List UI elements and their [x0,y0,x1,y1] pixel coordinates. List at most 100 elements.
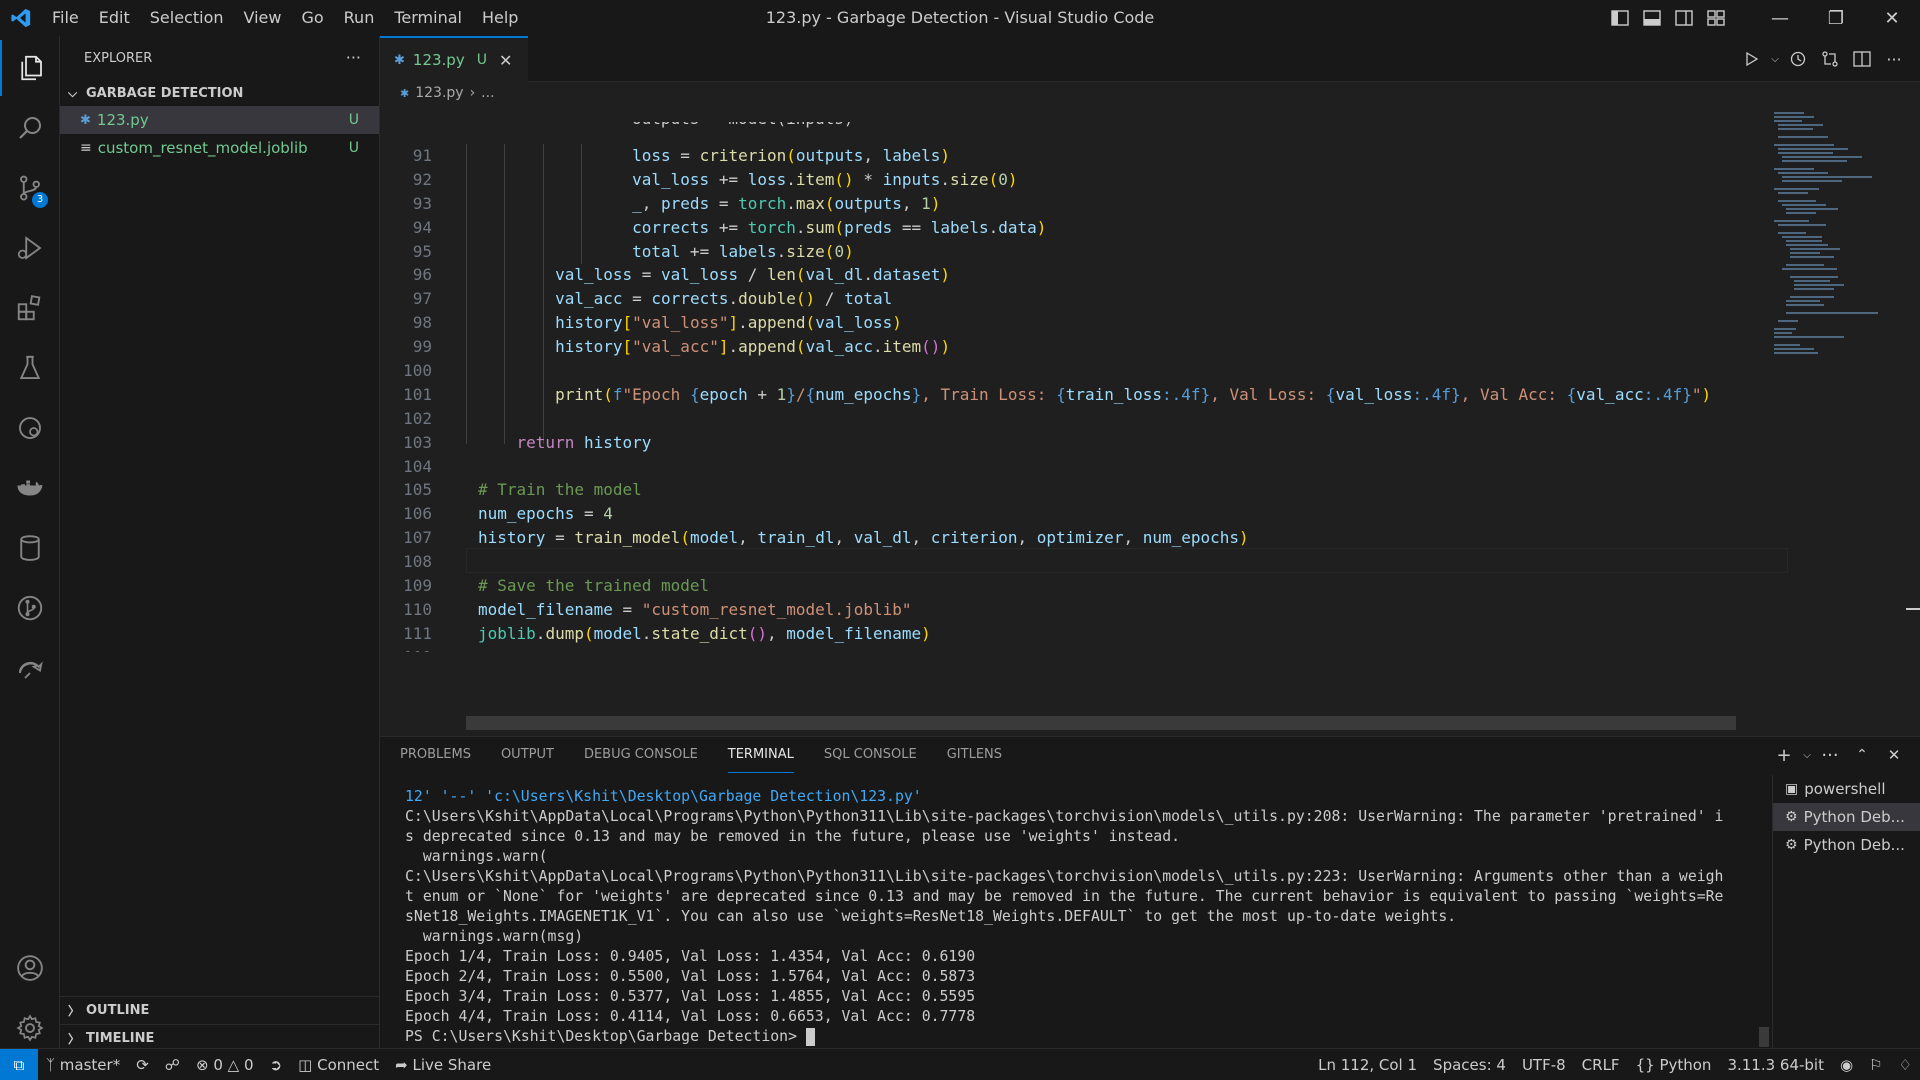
split-editor-icon[interactable] [1846,36,1878,82]
file-name: custom_resnet_model.joblib [97,139,308,157]
run-dropdown-chevron-icon[interactable]: ⌵ [1768,36,1782,82]
live-share-icon[interactable] [0,640,60,696]
close-panel-icon[interactable]: ✕ [1878,746,1910,764]
tab-output[interactable]: OUTPUT [501,737,554,773]
tab-terminal[interactable]: TERMINAL [727,737,794,773]
maximize-panel-chevron-up-icon[interactable]: ⌃ [1846,747,1878,763]
close-window-button[interactable]: ✕ [1864,0,1920,36]
language-mode[interactable]: {} Python [1628,1049,1720,1080]
tab-problems[interactable]: PROBLEMS [400,737,471,773]
tab-123-py[interactable]: ✱ 123.py U ✕ [380,36,528,82]
new-terminal-plus-icon[interactable]: + [1768,745,1800,766]
menu-bar: File Edit Selection View Go Run Terminal… [42,0,528,36]
source-control-icon[interactable]: 3 [0,160,60,216]
file-status-badge: U [348,112,359,128]
debug-gear-icon: ⚙ [1785,837,1798,853]
run-python-file-icon[interactable] [1736,36,1768,82]
gitlens-graph-icon[interactable]: ☍ [157,1049,188,1080]
tab-sql-console[interactable]: SQL CONSOLE [824,737,917,773]
menu-terminal[interactable]: Terminal [384,0,472,36]
terminal-item-python-debug-1[interactable]: ⚙ Python Deb... [1773,803,1920,831]
cursor-position[interactable]: Ln 112, Col 1 [1310,1049,1425,1080]
vertical-scrollbar[interactable] [1906,608,1920,610]
toggle-primary-sidebar-icon[interactable] [1604,0,1636,36]
gitlens-icon[interactable] [0,580,60,636]
connect-status[interactable]: ◫ Connect [290,1049,387,1080]
search-icon[interactable] [0,100,60,156]
explorer-icon[interactable] [0,40,60,96]
accounts-icon[interactable] [0,940,60,996]
docker-icon[interactable] [0,460,60,516]
terminal-scrollbar[interactable] [1759,1027,1769,1047]
menu-go[interactable]: Go [291,0,333,36]
terminal-line: warnings.warn( [405,848,548,865]
python-interpreter[interactable]: 3.11.3 64-bit [1719,1049,1832,1080]
breadcrumb-more[interactable]: ... [481,85,494,101]
toggle-panel-icon[interactable] [1636,0,1668,36]
code-editor[interactable]: outputs = model(inputs) 91 loss = criter… [380,122,1780,652]
more-actions-icon[interactable]: ··· [346,48,361,67]
menu-edit[interactable]: Edit [89,0,140,36]
terminal-icon: ▣ [1785,781,1799,797]
python-file-icon: ✱ [80,112,91,128]
editor-more-actions-icon[interactable]: ··· [1878,36,1910,82]
minimap[interactable] [1770,108,1880,368]
compare-changes-icon[interactable] [1814,36,1846,82]
terminal-name: Python Deb... [1803,808,1905,826]
branch-status[interactable]: ᛉ master* [38,1049,128,1080]
encoding[interactable]: UTF-8 [1514,1049,1574,1080]
debug-attach-icon[interactable]: ➲ [262,1049,291,1080]
panel-more-actions-icon[interactable]: ··· [1814,745,1846,766]
terminal-item-powershell[interactable]: ▣ powershell [1773,775,1920,803]
file-item-123-py[interactable]: ✱ 123.py U [60,106,379,134]
indentation[interactable]: Spaces: 4 [1425,1049,1514,1080]
remote-indicator-icon[interactable]: ⧉ [0,1048,38,1080]
minimize-button[interactable]: — [1752,0,1808,36]
menu-help[interactable]: Help [472,0,528,36]
tab-gitlens[interactable]: GITLENS [947,737,1002,773]
open-changes-history-icon[interactable] [1782,36,1814,82]
toggle-secondary-sidebar-icon[interactable] [1668,0,1700,36]
terminal-dropdown-chevron-icon[interactable]: ⌵ [1800,750,1814,761]
tab-status: U [476,52,487,68]
feedback-icon[interactable]: ⚐ [1861,1049,1890,1080]
sync-icon[interactable]: ⟳ [128,1049,157,1080]
customize-layout-icon[interactable] [1700,0,1732,36]
terminal-line: t enum or `None` for 'weights' are depre… [405,888,1724,905]
file-item-joblib[interactable]: ≡ custom_resnet_model.joblib U [60,134,379,162]
terminal-line: Epoch 4/4, Train Loss: 0.4114, Val Loss:… [405,1008,976,1025]
problems-status[interactable]: ⊗ 0 △ 0 [188,1049,262,1080]
python-file-icon: ✱ [400,86,410,100]
terminal-item-python-debug-2[interactable]: ⚙ Python Deb... [1773,831,1920,859]
tab-debug-console[interactable]: DEBUG CONSOLE [584,737,698,773]
extensions-icon[interactable] [0,280,60,336]
file-name: 123.py [96,111,149,129]
copilot-disabled-icon[interactable]: ◉ [1832,1049,1861,1080]
live-share-status[interactable]: ➦ Live Share [387,1049,499,1080]
terminal-line: C:\Users\Kshit\AppData\Local\Programs\Py… [405,808,1724,825]
restore-button[interactable]: ❐ [1808,0,1864,36]
end-of-line[interactable]: CRLF [1574,1049,1628,1080]
menu-run[interactable]: Run [334,0,385,36]
notifications-bell-icon[interactable]: ♢ [1891,1049,1920,1080]
activity-bar: 3 [0,36,60,1048]
breadcrumb-file[interactable]: 123.py [415,85,463,101]
horizontal-scrollbar[interactable] [466,716,1736,730]
outline-section[interactable]: 〉 OUTLINE [60,996,380,1024]
menu-file[interactable]: File [42,0,89,36]
testing-flask-icon[interactable] [0,340,60,396]
remote-explorer-icon[interactable] [0,400,60,456]
tab-label: 123.py [412,51,465,69]
terminal-output[interactable]: 12' '--' 'c:\Users\Kshit\Desktop\Garbage… [405,787,1920,1049]
warning-icon: △ [227,1055,240,1074]
menu-view[interactable]: View [234,0,292,36]
close-icon[interactable]: ✕ [499,51,512,70]
run-debug-icon[interactable] [0,220,60,276]
database-icon[interactable] [0,520,60,576]
menu-selection[interactable]: Selection [140,0,234,36]
terminal-prompt-line[interactable]: PS C:\Users\Kshit\Desktop\Garbage Detect… [405,1027,1920,1047]
python-file-icon: ✱ [394,52,405,68]
folder-header[interactable]: ⌵ GARBAGE DETECTION [60,80,379,106]
file-lines-icon: ≡ [80,140,92,156]
partial-code-line: outputs = model(inputs) [432,122,854,144]
